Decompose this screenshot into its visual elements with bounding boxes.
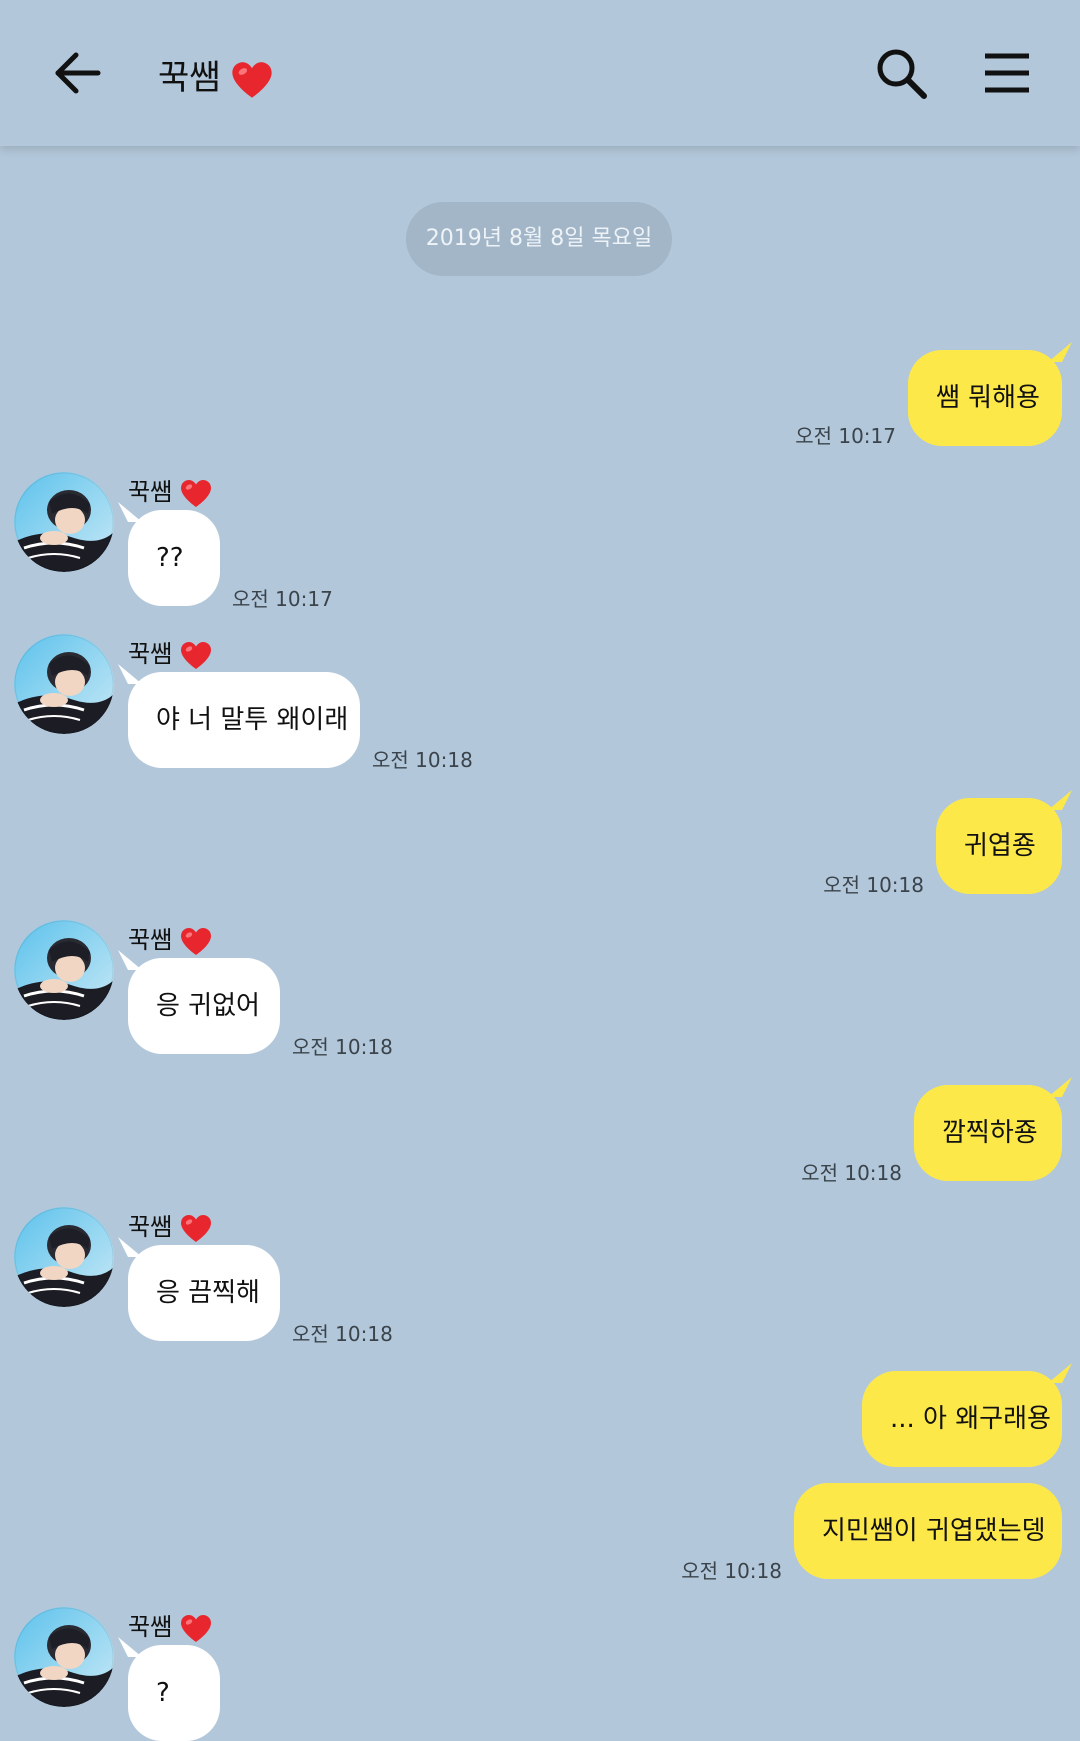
their-message-bubble[interactable]: 야 너 말투 왜이래	[128, 672, 360, 768]
arrow-left-icon[interactable]	[52, 48, 102, 98]
my-message-bubble[interactable]: 귀엽죵	[936, 798, 1062, 894]
message-timestamp: 오전 10:18	[292, 1322, 393, 1346]
bubble-tail	[118, 664, 142, 684]
bubble-tail	[118, 1637, 142, 1657]
bubble-tail	[118, 502, 142, 522]
avatar[interactable]	[14, 634, 114, 734]
chat-header: 꾹쌤	[0, 0, 1080, 146]
my-message-bubble[interactable]: ... 아 왜구래용	[862, 1371, 1062, 1467]
bubble-tail	[118, 950, 142, 970]
message-timestamp: 오전 10:18	[681, 1559, 782, 1583]
message-timestamp: 오전 10:17	[232, 587, 333, 611]
message-timestamp: 오전 10:18	[292, 1035, 393, 1059]
their-message-bubble[interactable]: ?	[128, 1645, 220, 1741]
red-heart-icon	[180, 1614, 211, 1642]
message-timestamp: 오전 10:18	[801, 1161, 902, 1185]
my-message-bubble[interactable]: 지민쌤이 귀엽댔는뎅	[794, 1483, 1062, 1579]
avatar[interactable]	[14, 472, 114, 572]
red-heart-icon	[180, 1214, 211, 1242]
red-heart-icon	[180, 927, 211, 955]
message-timestamp: 오전 10:18	[823, 873, 924, 897]
chat-title-text: 꾹쌤	[158, 58, 221, 98]
bubble-tail	[1048, 790, 1072, 810]
search-icon[interactable]	[874, 46, 930, 102]
bubble-tail	[1048, 1077, 1072, 1097]
their-message-bubble[interactable]: 응 귀없어	[128, 958, 280, 1054]
message-timestamp: 오전 10:18	[372, 748, 473, 772]
my-message-bubble[interactable]: 쌤 뭐해용	[908, 350, 1062, 446]
bubble-tail	[118, 1237, 142, 1257]
avatar[interactable]	[14, 1607, 114, 1707]
avatar[interactable]	[14, 920, 114, 1020]
red-heart-icon	[180, 479, 211, 507]
their-message-bubble[interactable]: 응 끔찍해	[128, 1245, 280, 1341]
their-message-bubble[interactable]: ??	[128, 510, 220, 606]
red-heart-icon	[232, 61, 273, 98]
hamburger-menu-icon[interactable]	[982, 50, 1032, 96]
my-message-bubble[interactable]: 깜찍하죵	[914, 1085, 1062, 1181]
bubble-tail	[1048, 342, 1072, 362]
message-timestamp: 오전 10:17	[795, 424, 896, 448]
chat-title: 꾹쌤	[158, 50, 273, 99]
avatar[interactable]	[14, 1207, 114, 1307]
bubble-tail	[1048, 1363, 1072, 1383]
date-divider: 2019년 8월 8일 목요일	[406, 202, 672, 276]
red-heart-icon	[180, 641, 211, 669]
